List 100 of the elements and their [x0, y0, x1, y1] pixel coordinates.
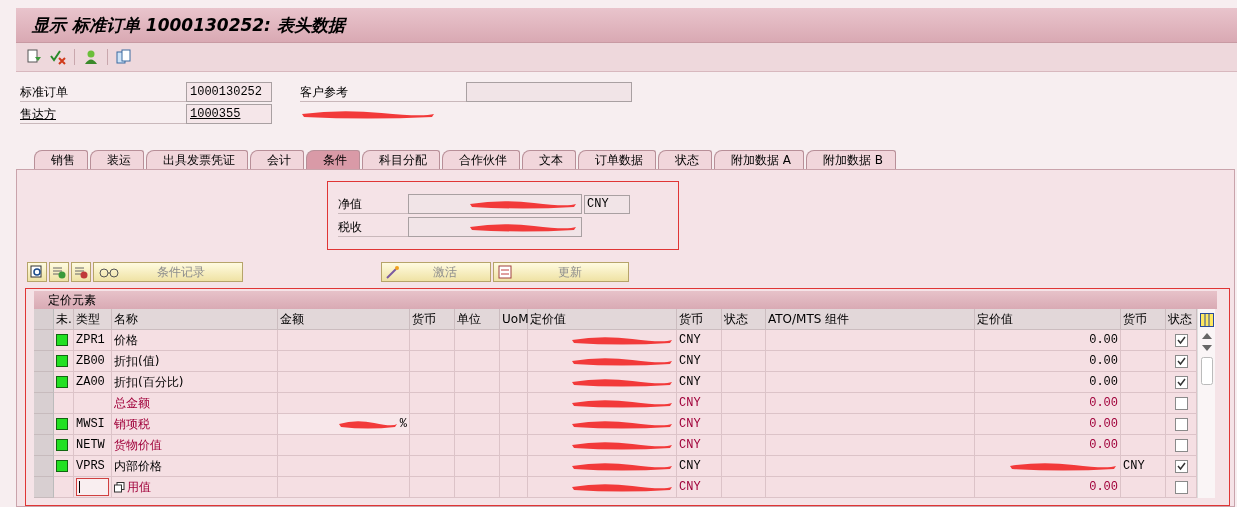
- column-header[interactable]: ATO/MTS 组件: [766, 309, 975, 330]
- table-cell: CNY: [677, 372, 722, 393]
- table-cell: [455, 456, 500, 477]
- layout-icon: [1199, 313, 1214, 327]
- corner-cell[interactable]: [34, 309, 54, 330]
- table-cell: [455, 414, 500, 435]
- tab[interactable]: 附加数据 B: [806, 150, 897, 169]
- table-cell: CNY: [677, 477, 722, 498]
- copy-icon[interactable]: [114, 481, 125, 493]
- table-cell: [410, 477, 455, 498]
- tab[interactable]: 附加数据 A: [714, 150, 805, 169]
- column-header[interactable]: 货币: [410, 309, 455, 330]
- insert-row-button[interactable]: [49, 262, 69, 282]
- checkbox[interactable]: [1174, 438, 1188, 452]
- column-header[interactable]: 状态: [1166, 309, 1197, 330]
- check-cross-icon[interactable]: [50, 49, 66, 65]
- column-header[interactable]: 定价值: [528, 309, 677, 330]
- table-cell: 0.00: [975, 351, 1121, 372]
- table-cell: ZA00: [74, 372, 112, 393]
- tab[interactable]: 状态: [658, 150, 712, 169]
- column-header[interactable]: 未.: [54, 309, 74, 330]
- currency-field: CNY: [584, 194, 630, 214]
- table-cell: [410, 435, 455, 456]
- table-cell: ZPR1: [74, 330, 112, 351]
- table-cell: 用值: [127, 478, 151, 496]
- scrollbar[interactable]: [1197, 309, 1215, 498]
- table-cell: ZB00: [74, 351, 112, 372]
- table-cell: 折扣(百分比): [112, 372, 278, 393]
- table-cell: 价格: [112, 330, 278, 351]
- input-field[interactable]: [76, 478, 109, 496]
- table-cell: VPRS: [74, 456, 112, 477]
- table-cell: [410, 330, 455, 351]
- table-cell: CNY: [677, 393, 722, 414]
- person-icon[interactable]: [83, 49, 99, 65]
- documents-icon[interactable]: [116, 49, 132, 65]
- table-cell: [410, 456, 455, 477]
- table-cell: 0.00: [975, 393, 1121, 414]
- tab[interactable]: 出具发票凭证: [146, 150, 248, 169]
- column-header[interactable]: 状态: [722, 309, 766, 330]
- table-cell: 0.00: [975, 435, 1121, 456]
- column-header[interactable]: 货币: [1121, 309, 1166, 330]
- checkbox[interactable]: [1174, 354, 1188, 368]
- table-cell: CNY: [1121, 456, 1166, 477]
- scroll-up-icon: [1201, 333, 1212, 339]
- table-cell: 0.00: [975, 372, 1121, 393]
- table-cell: [410, 393, 455, 414]
- table-cell: 0.00: [975, 414, 1121, 435]
- tab[interactable]: 条件: [306, 150, 360, 169]
- checkbox[interactable]: [1174, 396, 1188, 410]
- table-cell: [722, 435, 766, 456]
- input-field[interactable]: [466, 82, 632, 102]
- table-cell: [455, 351, 500, 372]
- table-cell: MWSI: [74, 414, 112, 435]
- table-cell: [722, 351, 766, 372]
- table-cell: [722, 393, 766, 414]
- table-cell: [722, 372, 766, 393]
- tab[interactable]: 会计: [250, 150, 304, 169]
- table-cell: CNY: [677, 330, 722, 351]
- details-button[interactable]: [27, 262, 47, 282]
- tab[interactable]: 订单数据: [578, 150, 656, 169]
- table-cell: %: [399, 417, 407, 431]
- table-cell: [455, 372, 500, 393]
- checkbox[interactable]: [1174, 480, 1188, 494]
- group-title: 定价元素: [34, 291, 1217, 309]
- column-header[interactable]: UoM: [500, 309, 528, 330]
- scroll-thumb: [1200, 357, 1213, 385]
- column-header[interactable]: 单位: [455, 309, 500, 330]
- window-title: 显示 标准订单 1000130252: 表头数据: [32, 13, 345, 37]
- tab[interactable]: 合作伙伴: [442, 150, 520, 169]
- tab[interactable]: 文本: [522, 150, 576, 169]
- column-header[interactable]: 金额: [278, 309, 410, 330]
- table-cell: [722, 414, 766, 435]
- tab[interactable]: 销售: [34, 150, 88, 169]
- table-cell: [410, 372, 455, 393]
- table-cell: [455, 435, 500, 456]
- checkbox[interactable]: [1174, 375, 1188, 389]
- tab[interactable]: 科目分配: [362, 150, 440, 169]
- table-cell: [722, 330, 766, 351]
- table-cell: 0.00: [975, 477, 1121, 498]
- checkbox[interactable]: [1174, 333, 1188, 347]
- table-cell: [455, 330, 500, 351]
- table-cell: CNY: [677, 351, 722, 372]
- table-cell: [455, 477, 500, 498]
- checkbox[interactable]: [1174, 459, 1188, 473]
- table-cell: CNY: [677, 414, 722, 435]
- tab[interactable]: 装运: [90, 150, 144, 169]
- checkbox[interactable]: [1174, 417, 1188, 431]
- table-cell: 总金额: [112, 393, 278, 414]
- table-cell: 折扣(值): [112, 351, 278, 372]
- table-cell: [455, 393, 500, 414]
- column-header[interactable]: 名称: [112, 309, 278, 330]
- column-header[interactable]: 货币: [677, 309, 722, 330]
- delete-row-button[interactable]: [71, 262, 91, 282]
- column-header[interactable]: 定价值: [975, 309, 1121, 330]
- document-icon[interactable]: [26, 49, 42, 65]
- column-header[interactable]: 类型: [74, 309, 112, 330]
- table-cell: CNY: [677, 456, 722, 477]
- table-cell: 0.00: [975, 330, 1121, 351]
- table-cell: [722, 477, 766, 498]
- table-cell: 内部价格: [112, 456, 278, 477]
